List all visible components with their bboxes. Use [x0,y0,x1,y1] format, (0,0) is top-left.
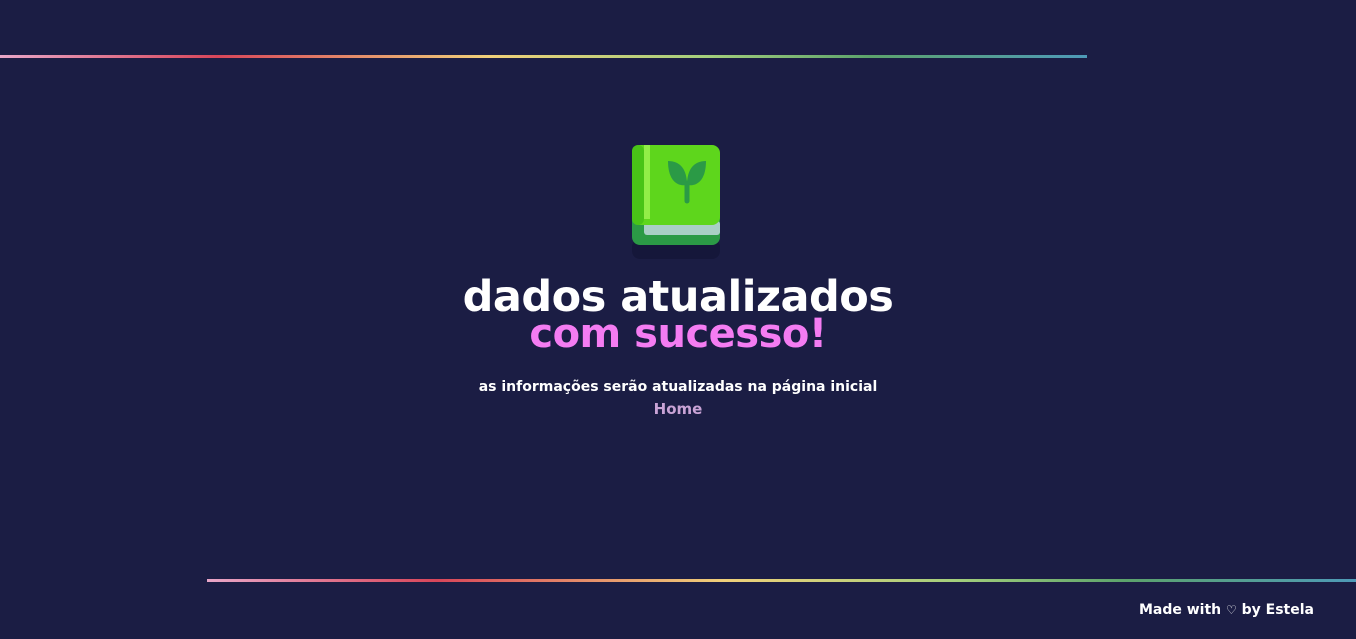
heart-icon: ♡ [1226,603,1237,617]
top-gradient-divider [0,55,1087,58]
footer-made-with: Made with [1138,602,1222,618]
info-message: as informações serão atualizadas na pági… [478,379,878,395]
footer-credit: Made with ♡ by Estela [1139,600,1314,620]
home-link[interactable]: Home [654,400,703,418]
book-with-sprout-icon [632,145,720,259]
bottom-gradient-divider [207,579,1356,582]
home-link-wrapper: Home [0,399,1356,419]
footer-author: by Estela [1241,602,1314,618]
page-subtitle: com sucesso! [529,311,827,357]
success-page: dados atualizados com sucesso! as inform… [0,0,1356,639]
